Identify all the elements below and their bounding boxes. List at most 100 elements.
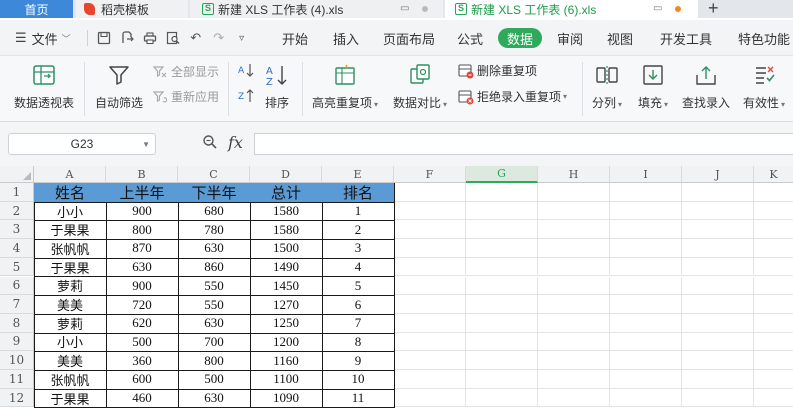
cell[interactable]: [682, 276, 754, 296]
cell[interactable]: [682, 183, 754, 202]
table-cell[interactable]: 360: [106, 351, 179, 371]
cell[interactable]: [394, 332, 466, 352]
table-cell[interactable]: 630: [178, 239, 251, 259]
cell[interactable]: [610, 183, 682, 202]
chevron-down-icon[interactable]: ﹀: [62, 32, 71, 45]
zoom-formula-icon[interactable]: [202, 134, 218, 154]
quick-access-dropdown-icon[interactable]: ▿: [232, 28, 252, 48]
show-all-button[interactable]: 全部显示: [152, 63, 219, 80]
data-compare-button[interactable]: 数据对比 ▾: [390, 58, 450, 111]
cell[interactable]: [466, 370, 538, 389]
cell[interactable]: [394, 351, 466, 370]
table-cell[interactable]: 680: [178, 201, 251, 222]
table-cell[interactable]: 美美: [34, 351, 107, 371]
table-cell[interactable]: 780: [178, 220, 251, 241]
text-to-columns-button[interactable]: 分列 ▾: [590, 58, 624, 111]
sort-ascending-icon[interactable]: A: [238, 62, 254, 78]
column-header-f[interactable]: F: [394, 166, 466, 183]
table-cell[interactable]: 700: [178, 332, 251, 353]
table-header-cell[interactable]: 上半年: [106, 183, 179, 203]
table-header-cell[interactable]: 下半年: [178, 183, 251, 203]
column-header-e[interactable]: E: [322, 166, 394, 183]
cell[interactable]: [394, 201, 466, 221]
table-cell[interactable]: 8: [322, 332, 395, 353]
table-cell[interactable]: 1500: [250, 239, 323, 259]
cell[interactable]: [610, 388, 682, 408]
table-cell[interactable]: 于果果: [34, 257, 107, 278]
cell[interactable]: [394, 220, 466, 240]
cell[interactable]: [754, 370, 793, 389]
tab-template[interactable]: 稻壳模板: [76, 0, 188, 18]
cell[interactable]: [682, 388, 754, 408]
cell[interactable]: [610, 370, 682, 389]
table-cell[interactable]: 600: [106, 370, 179, 390]
table-cell[interactable]: 630: [106, 257, 179, 278]
column-header-c[interactable]: C: [178, 166, 250, 183]
table-cell[interactable]: 720: [106, 295, 179, 315]
remove-duplicates-button[interactable]: 删除重复项: [458, 62, 537, 79]
cell[interactable]: [466, 313, 538, 333]
cell[interactable]: [610, 295, 682, 314]
cell[interactable]: [682, 220, 754, 240]
cell[interactable]: [466, 388, 538, 408]
cell[interactable]: [538, 257, 610, 277]
table-cell[interactable]: 4: [322, 257, 395, 278]
table-cell[interactable]: 500: [178, 370, 251, 390]
sort-button[interactable]: AZ 排序: [262, 58, 292, 111]
new-tab-button[interactable]: +: [708, 0, 719, 19]
reject-duplicate-entry-button[interactable]: 拒绝录入重复项 ▾: [458, 88, 567, 105]
cell[interactable]: [754, 258, 793, 277]
table-cell[interactable]: 550: [178, 295, 251, 315]
table-cell[interactable]: 于果果: [34, 388, 107, 409]
cell[interactable]: [466, 351, 538, 370]
row-header-5[interactable]: 5: [0, 257, 34, 277]
row-header-11[interactable]: 11: [0, 370, 34, 389]
table-cell[interactable]: 1100: [250, 370, 323, 390]
row-header-7[interactable]: 7: [0, 295, 34, 314]
cell[interactable]: [754, 220, 793, 240]
cell[interactable]: [538, 295, 610, 314]
row-header-8[interactable]: 8: [0, 313, 34, 333]
cell[interactable]: [754, 295, 793, 314]
print-preview-icon[interactable]: [163, 28, 183, 48]
column-header-b[interactable]: B: [106, 166, 178, 183]
cell[interactable]: [394, 276, 466, 296]
cell[interactable]: [394, 183, 466, 202]
cell[interactable]: [682, 239, 754, 258]
cell[interactable]: [538, 388, 610, 408]
table-cell[interactable]: 1490: [250, 257, 323, 278]
cell[interactable]: [538, 201, 610, 221]
tab-special-features[interactable]: 特色功能: [738, 28, 790, 48]
column-header-k[interactable]: K: [754, 166, 793, 183]
tab-developer[interactable]: 开发工具: [660, 28, 712, 48]
cell[interactable]: [610, 332, 682, 352]
cell[interactable]: [466, 239, 538, 258]
table-cell[interactable]: 10: [322, 370, 395, 390]
row-header-3[interactable]: 3: [0, 220, 34, 240]
cell[interactable]: [682, 257, 754, 277]
tab-home-ribbon[interactable]: 开始: [282, 28, 308, 48]
save-icon[interactable]: [94, 28, 114, 48]
column-header-h[interactable]: H: [538, 166, 610, 183]
table-cell[interactable]: 美美: [34, 295, 107, 315]
cell[interactable]: [466, 332, 538, 352]
row-header-4[interactable]: 4: [0, 239, 34, 258]
column-header-g[interactable]: G: [466, 166, 538, 183]
table-header-cell[interactable]: 排名: [322, 183, 395, 203]
tab-document-4[interactable]: S 新建 XLS 工作表 (4).xls ▭: [190, 0, 443, 18]
table-cell[interactable]: 1: [322, 201, 395, 222]
tab-home[interactable]: 首页: [0, 0, 73, 18]
table-cell[interactable]: 萝莉: [34, 313, 107, 334]
spreadsheet-grid[interactable]: A B C D E F G H I J K 1 2 3 4 5 6 7 8 9 10 11 12 姓名 上半年 下半年 总计 排名 小小…: [0, 166, 793, 413]
tab-formulas[interactable]: 公式: [457, 28, 483, 48]
table-cell[interactable]: 张帆帆: [34, 370, 107, 390]
table-header-cell[interactable]: 总计: [250, 183, 323, 203]
cell[interactable]: [754, 333, 793, 352]
cell[interactable]: [394, 239, 466, 258]
cell[interactable]: [610, 351, 682, 370]
row-header-6[interactable]: 6: [0, 276, 34, 296]
cell[interactable]: [538, 332, 610, 352]
cell[interactable]: [394, 295, 466, 314]
table-cell[interactable]: 1250: [250, 313, 323, 334]
table-cell[interactable]: 550: [178, 276, 251, 297]
